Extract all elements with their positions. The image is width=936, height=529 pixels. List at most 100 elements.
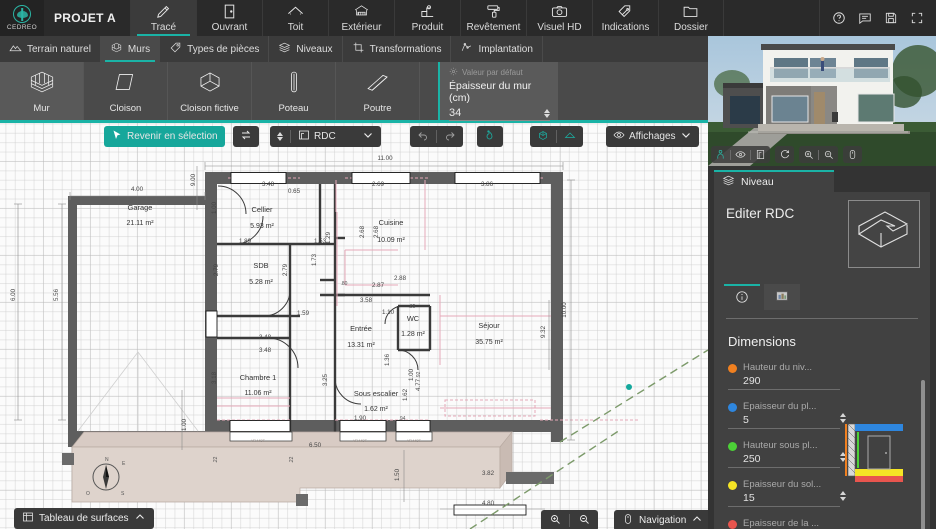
tab-exterieur[interactable]: Extérieur: [328, 0, 394, 36]
chevron-up-icon[interactable]: [134, 511, 146, 526]
panel-title: Editer RDC: [726, 206, 794, 221]
panel-body: Editer RDC Dimensions Haute: [714, 192, 930, 529]
level-current[interactable]: RDC: [291, 126, 381, 147]
zoom-controls[interactable]: [541, 510, 598, 529]
tool-poutre[interactable]: Poutre: [336, 62, 420, 120]
tool-label: Cloison fictive: [180, 103, 239, 114]
views-dropdown[interactable]: Affichages: [606, 126, 699, 147]
swap-button[interactable]: [233, 126, 259, 147]
back-to-selection-button[interactable]: Revenir en sélection: [104, 126, 225, 147]
folder-icon: [682, 3, 699, 20]
tool-cloison[interactable]: Cloison: [84, 62, 168, 120]
subtab-niveaux[interactable]: Niveaux: [269, 36, 342, 62]
subtab-terrain-naturel[interactable]: Terrain naturel: [0, 36, 101, 62]
tab-dossier[interactable]: Dossier: [658, 0, 724, 36]
tab-ouvrant[interactable]: Ouvrant: [196, 0, 262, 36]
implantation-icon: [460, 41, 473, 57]
person-icon[interactable]: [711, 146, 730, 163]
views-item[interactable]: Affichages: [606, 126, 699, 147]
field-hauteur-sous-plafond[interactable]: Hauteur sous pl... 250: [728, 440, 840, 468]
fullscreen-icon[interactable]: [904, 5, 930, 31]
field-value[interactable]: 5: [728, 414, 840, 429]
brand-name: CEDREO: [7, 24, 37, 31]
tab-visuel-hd[interactable]: Visuel HD: [526, 0, 592, 36]
dimensions-heading: Dimensions: [728, 334, 796, 349]
tab-indications[interactable]: Indications: [592, 0, 658, 36]
wall-thickness-field[interactable]: Valeur par défaut Épaisseur du mur (cm) …: [438, 62, 558, 120]
field-value[interactable]: 250: [728, 453, 840, 468]
tool-label: Mur: [33, 103, 49, 114]
stepper-icon[interactable]: [277, 132, 283, 141]
field-value[interactable]: 290: [728, 375, 840, 390]
surfaces-table-item[interactable]: Tableau de surfaces: [14, 508, 154, 529]
subtab-murs[interactable]: Murs: [101, 36, 160, 62]
gear-icon: [449, 67, 458, 78]
measure-button[interactable]: [477, 126, 503, 147]
stepper-icon[interactable]: [544, 109, 550, 118]
info-icon: [735, 290, 749, 307]
tab-revetement[interactable]: Revêtement: [460, 0, 526, 36]
subtab-label: Implantation: [478, 44, 532, 55]
field-epaisseur-sol[interactable]: Epaisseur du sol... 15: [728, 479, 840, 507]
level-stepper[interactable]: [270, 126, 290, 147]
back-to-selection-item[interactable]: Revenir en sélection: [104, 126, 225, 147]
compass-plan-icon[interactable]: [751, 146, 770, 163]
zoom-in-button[interactable]: [541, 510, 569, 529]
exterior-icon: [353, 3, 370, 20]
field-epaisseur-plafond[interactable]: Epaisseur du pl... 5: [728, 401, 840, 429]
field-epaisseur-dalle[interactable]: Epaisseur de la ... 20: [728, 518, 840, 529]
subtab-label: Terrain naturel: [27, 44, 91, 55]
zoom-out-button[interactable]: [570, 510, 598, 529]
subtab-types-de-pieces[interactable]: Types de pièces: [160, 36, 269, 62]
floor-plan-canvas[interactable]: Garage21.11 m²Cellier5.93 m²Cuisine10.09…: [0, 120, 708, 529]
eye-icon[interactable]: [731, 146, 750, 163]
svg-text:O: O: [86, 491, 90, 497]
save-icon[interactable]: [878, 5, 904, 31]
default-value-hint: Valeur par défaut: [449, 67, 550, 78]
tab-trace[interactable]: Tracé: [130, 0, 196, 36]
shape-button[interactable]: [530, 126, 556, 147]
tool-mur[interactable]: Mur: [0, 62, 84, 120]
inner-tab-image[interactable]: [764, 284, 800, 310]
undo-button[interactable]: [410, 126, 436, 147]
measure-item[interactable]: [477, 126, 503, 147]
inner-tab-info[interactable]: [724, 284, 760, 310]
field-hauteur-niveau[interactable]: Hauteur du niv... 290: [728, 362, 840, 390]
navigation-button[interactable]: Navigation: [614, 510, 711, 529]
chevron-down-icon[interactable]: [362, 129, 374, 144]
undo-redo-group[interactable]: [410, 126, 463, 147]
brand-logo: CEDREO: [0, 0, 44, 36]
shape-group[interactable]: [530, 126, 583, 147]
plan-terrace: [62, 432, 554, 506]
tab-toit[interactable]: Toit: [262, 0, 328, 36]
subtab-transformations[interactable]: Transformations: [343, 36, 452, 62]
tool-poteau[interactable]: Poteau: [252, 62, 336, 120]
subtab-implantation[interactable]: Implantation: [451, 36, 542, 62]
level-thumbnail[interactable]: [848, 200, 920, 268]
panel-tab-niveau[interactable]: Niveau: [714, 170, 834, 192]
tab-label: Revêtement: [467, 22, 521, 33]
surfaces-table-button[interactable]: Tableau de surfaces: [14, 508, 154, 529]
help-icon[interactable]: [826, 5, 852, 31]
swap-item[interactable]: [233, 126, 259, 147]
chevron-down-icon[interactable]: [680, 129, 692, 144]
render-group-2: [775, 146, 794, 163]
stepper-icon[interactable]: [840, 491, 846, 501]
zoom-out-icon[interactable]: [819, 146, 838, 163]
refresh-icon[interactable]: [775, 146, 794, 163]
redo-button[interactable]: [437, 126, 463, 147]
roof-outline-button[interactable]: [557, 126, 583, 147]
chevron-up-icon[interactable]: [691, 513, 703, 528]
tab-produit[interactable]: Produit: [394, 0, 460, 36]
field-value[interactable]: 15: [728, 492, 840, 507]
level-selector[interactable]: RDC: [270, 126, 381, 147]
comment-icon[interactable]: [852, 5, 878, 31]
wall-thickness-value[interactable]: 34: [449, 107, 461, 119]
panel-divider: [726, 318, 918, 319]
navigation-item[interactable]: Navigation: [614, 510, 711, 529]
zoom-in-icon[interactable]: [799, 146, 818, 163]
tool-cloison-fictive[interactable]: Cloison fictive: [168, 62, 252, 120]
3d-render-preview[interactable]: [708, 36, 936, 166]
panel-scrollbar[interactable]: [921, 380, 925, 529]
pan-icon[interactable]: [843, 146, 862, 163]
